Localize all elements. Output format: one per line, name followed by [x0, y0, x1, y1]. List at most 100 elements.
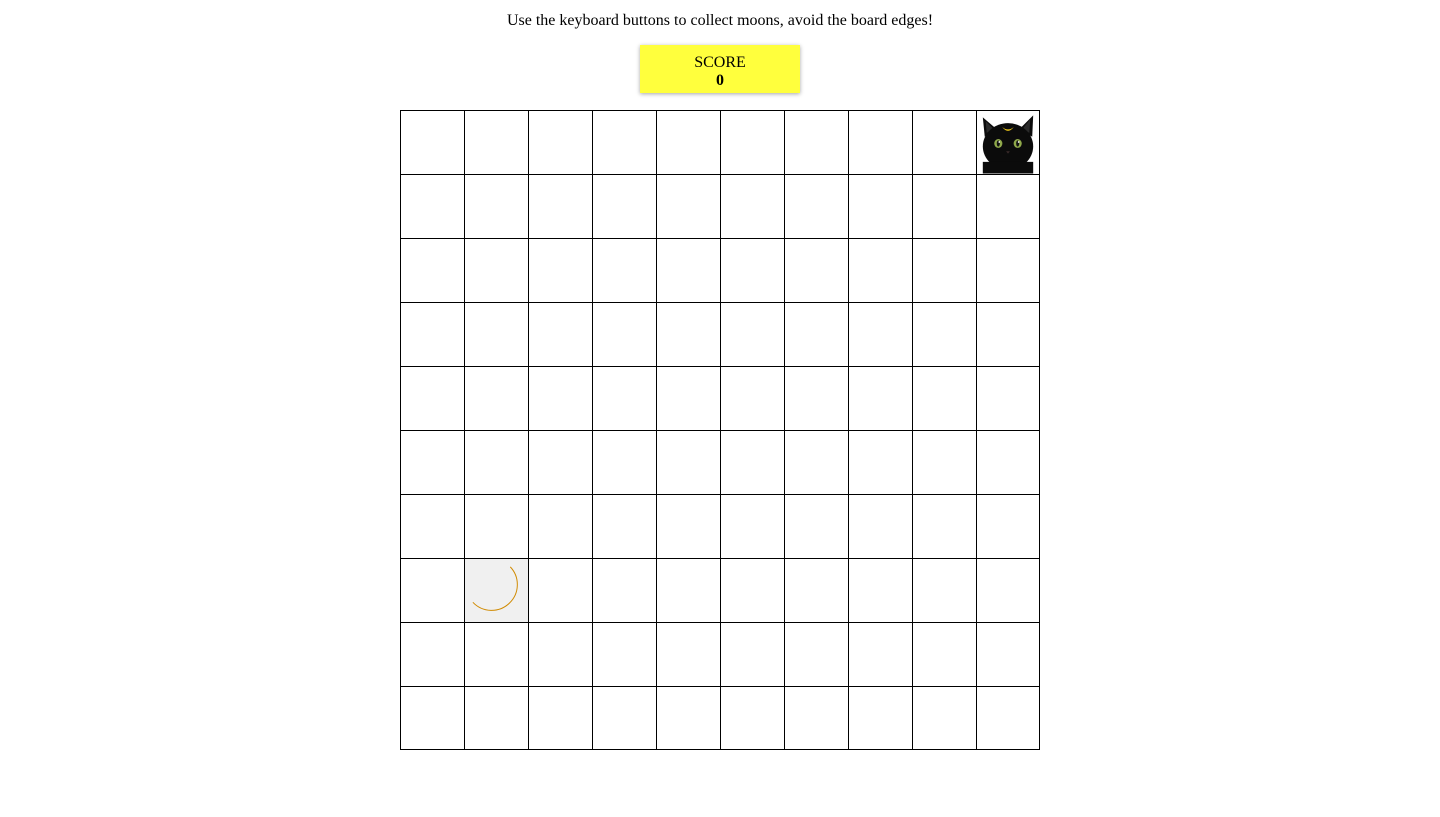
- board-cell: [656, 686, 720, 750]
- board-cell: [400, 110, 464, 174]
- board-cell: [976, 238, 1040, 302]
- score-panel: SCORE 0: [640, 45, 800, 93]
- board-cell: [720, 110, 784, 174]
- board-cell: [592, 494, 656, 558]
- board-cell: [656, 558, 720, 622]
- board-cell: [400, 366, 464, 430]
- board-cell: [848, 110, 912, 174]
- board-cell: [976, 558, 1040, 622]
- board-cell: [912, 238, 976, 302]
- board-cell: [656, 430, 720, 494]
- score-value: 0: [716, 72, 724, 89]
- board-cell: [400, 622, 464, 686]
- board-cell: [784, 558, 848, 622]
- board-cell: [976, 430, 1040, 494]
- board-cell: [464, 494, 528, 558]
- board-cell: [592, 622, 656, 686]
- board-cell: [720, 238, 784, 302]
- board-cell: [848, 238, 912, 302]
- board-cell: [720, 558, 784, 622]
- board-cell: [976, 494, 1040, 558]
- board-cell: [656, 366, 720, 430]
- board-cell: [784, 622, 848, 686]
- board-cell: [592, 558, 656, 622]
- board-cell: [848, 686, 912, 750]
- board-cell: [592, 302, 656, 366]
- board-cell: [784, 366, 848, 430]
- board-cell: [400, 686, 464, 750]
- board-cell: [528, 622, 592, 686]
- board-cell: [784, 686, 848, 750]
- board-cell: [848, 430, 912, 494]
- board-cell: [400, 174, 464, 238]
- board-cell: [720, 622, 784, 686]
- board-cell: [912, 302, 976, 366]
- board-cell: [720, 366, 784, 430]
- board-cell: [400, 494, 464, 558]
- board-cell: [784, 494, 848, 558]
- board-cell: [976, 110, 1040, 174]
- board-cell: [592, 686, 656, 750]
- board-cell: [528, 174, 592, 238]
- board-cell: [528, 686, 592, 750]
- board-cell: [464, 622, 528, 686]
- board-cell: [912, 430, 976, 494]
- board-cell: [528, 238, 592, 302]
- board-cell: [656, 110, 720, 174]
- board-cell: [400, 558, 464, 622]
- board-cell: [848, 558, 912, 622]
- board-cell: [848, 494, 912, 558]
- board-cell: [720, 686, 784, 750]
- board-cell: [784, 302, 848, 366]
- board-cell: [656, 494, 720, 558]
- score-label: SCORE: [694, 54, 746, 71]
- board-cell: [656, 174, 720, 238]
- board-cell: [720, 494, 784, 558]
- board-cell: [656, 238, 720, 302]
- board-cell: [464, 366, 528, 430]
- board-cell: [912, 558, 976, 622]
- board-cell: [912, 494, 976, 558]
- board-cell: [720, 174, 784, 238]
- game-board[interactable]: [400, 110, 1040, 750]
- board-cell: [848, 366, 912, 430]
- board-cell: [592, 366, 656, 430]
- board-cell: [656, 302, 720, 366]
- board-cell: [848, 622, 912, 686]
- board-cell: [784, 430, 848, 494]
- board-cell: [464, 686, 528, 750]
- board-cell: [592, 238, 656, 302]
- board-cell: [976, 622, 1040, 686]
- board-cell: [400, 430, 464, 494]
- board-cell: [464, 174, 528, 238]
- board-cell: [464, 302, 528, 366]
- board-cell: [784, 174, 848, 238]
- board-cell: [528, 558, 592, 622]
- board-cell: [464, 238, 528, 302]
- board-cell: [592, 174, 656, 238]
- board-cell: [656, 622, 720, 686]
- board-cell: [720, 302, 784, 366]
- board-cell: [528, 110, 592, 174]
- board-cell: [976, 686, 1040, 750]
- board-cell: [592, 110, 656, 174]
- board-cell: [592, 430, 656, 494]
- board-cell: [912, 366, 976, 430]
- board-cell: [464, 110, 528, 174]
- board-cell: [528, 302, 592, 366]
- board-cell: [976, 302, 1040, 366]
- board-cell: [528, 430, 592, 494]
- board-cell: [784, 238, 848, 302]
- board-cell: [528, 366, 592, 430]
- board-cell: [464, 430, 528, 494]
- board-cell: [976, 174, 1040, 238]
- board-cell: [528, 494, 592, 558]
- board-cell: [912, 622, 976, 686]
- board-cell: [912, 174, 976, 238]
- board-cell: [784, 110, 848, 174]
- board-cell: [400, 302, 464, 366]
- board-cell: [400, 238, 464, 302]
- board-cell: [976, 366, 1040, 430]
- board-cell: [848, 174, 912, 238]
- board-cell: [720, 430, 784, 494]
